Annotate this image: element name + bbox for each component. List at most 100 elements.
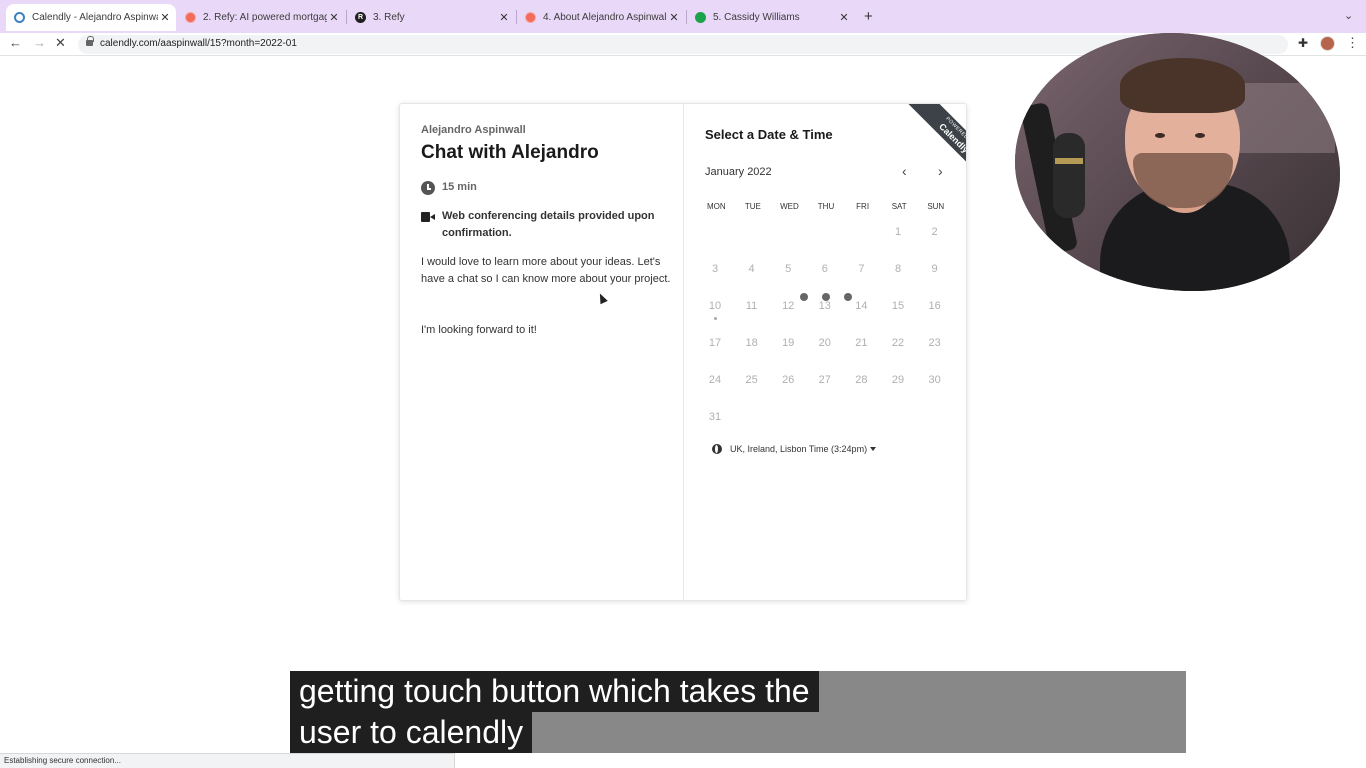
calendar-day[interactable]: 10 xyxy=(700,300,730,312)
close-icon[interactable]: ✕ xyxy=(158,11,172,24)
refy-icon xyxy=(185,12,196,23)
calendar-day[interactable]: 26 xyxy=(773,374,803,386)
tab-refy[interactable]: R 3. Refy ✕ xyxy=(347,4,515,31)
calendly-booking-card: Alejandro Aspinwall Chat with Alejandro … xyxy=(399,103,967,601)
timezone-selector[interactable]: UK, Ireland, Lisbon Time (3:24pm) xyxy=(712,444,877,454)
host-name: Alejandro Aspinwall xyxy=(421,124,526,136)
calendar-day[interactable]: 1 xyxy=(883,226,913,238)
close-icon[interactable]: ✕ xyxy=(667,11,681,24)
conferencing-text: Web conferencing details provided upon c… xyxy=(442,210,655,239)
calendar-day[interactable]: 3 xyxy=(700,263,730,275)
calendar-day[interactable]: 28 xyxy=(846,374,876,386)
calendar-day[interactable]: 23 xyxy=(920,337,950,349)
duration-row: 15 min xyxy=(421,181,477,195)
back-arrow-icon[interactable]: ← xyxy=(9,35,22,50)
calendar-day[interactable]: 11 xyxy=(737,300,767,312)
stop-loading-icon[interactable]: ✕ xyxy=(55,35,66,51)
loading-dot xyxy=(844,293,852,301)
calendly-icon xyxy=(14,12,25,23)
event-details-pane: Alejandro Aspinwall Chat with Alejandro … xyxy=(400,104,684,600)
weekday-header: MON TUE WED THU FRI SAT SUN xyxy=(698,202,954,211)
close-icon[interactable]: ✕ xyxy=(497,11,511,24)
calendar-day[interactable]: 4 xyxy=(737,263,767,275)
calendar-day[interactable]: 6 xyxy=(810,263,840,275)
calendar-day[interactable]: 24 xyxy=(700,374,730,386)
tab-title: 5. Cassidy Williams xyxy=(713,12,800,23)
menu-kebab-icon[interactable]: ⋮ xyxy=(1346,35,1359,51)
calendar-day[interactable]: 29 xyxy=(883,374,913,386)
url-text: calendly.com/aaspinwall/15?month=2022-01 xyxy=(100,38,297,49)
weekday-label: FRI xyxy=(856,202,870,211)
tab-title: 3. Refy xyxy=(373,12,405,23)
calendar-day[interactable]: 18 xyxy=(737,337,767,349)
caret-down-icon xyxy=(870,447,877,451)
tab-calendly[interactable]: Calendly - Alejandro Aspinwall ✕ xyxy=(6,4,176,31)
status-bar: Establishing secure connection... xyxy=(0,753,455,768)
new-tab-button[interactable]: + xyxy=(864,8,873,25)
tab-title: 4. About Alejandro Aspinwall xyxy=(543,12,667,23)
presenter-hair xyxy=(1120,58,1245,113)
spotify-icon xyxy=(695,12,706,23)
next-month-button[interactable]: › xyxy=(938,163,943,179)
subtitle-line-2: user to calendly xyxy=(290,712,533,753)
video-camera-icon xyxy=(421,212,435,222)
microphone-ring xyxy=(1055,158,1083,164)
calendar-day[interactable]: 13 xyxy=(810,300,840,312)
tab-title: Calendly - Alejandro Aspinwall xyxy=(32,12,158,23)
clock-icon xyxy=(421,181,435,195)
calendar-day[interactable]: 8 xyxy=(883,263,913,275)
today-marker xyxy=(714,317,717,320)
screen: Calendly - Alejandro Aspinwall ✕ 2. Refy… xyxy=(0,0,1366,768)
calendar-day[interactable]: 20 xyxy=(810,337,840,349)
loading-dot xyxy=(800,293,808,301)
calendar-day[interactable]: 27 xyxy=(810,374,840,386)
calendar-day[interactable]: 25 xyxy=(737,374,767,386)
presenter-eye xyxy=(1195,133,1205,138)
duration-text: 15 min xyxy=(442,181,477,193)
subtitle-line-1: getting touch button which takes the xyxy=(290,671,819,712)
calendar-day[interactable]: 16 xyxy=(920,300,950,312)
previous-month-button[interactable]: ‹ xyxy=(902,163,907,179)
weekday-label: THU xyxy=(817,202,835,211)
tab-bar: Calendly - Alejandro Aspinwall ✕ 2. Refy… xyxy=(0,0,1366,33)
calendar-day[interactable]: 30 xyxy=(920,374,950,386)
event-description: I would love to learn more about your id… xyxy=(421,256,671,285)
tab-cassidy-williams[interactable]: 5. Cassidy Williams ✕ xyxy=(687,4,855,31)
calendar-day[interactable]: 21 xyxy=(846,337,876,349)
presenter-eye xyxy=(1155,133,1165,138)
tab-about-alejandro[interactable]: 4. About Alejandro Aspinwall ✕ xyxy=(517,4,685,31)
calendar-day[interactable]: 17 xyxy=(700,337,730,349)
microphone xyxy=(1053,133,1085,218)
calendar-day[interactable]: 7 xyxy=(846,263,876,275)
calendar-day[interactable]: 5 xyxy=(773,263,803,275)
weekday-label: SAT xyxy=(891,202,907,211)
lock-icon xyxy=(86,36,94,46)
tab-refy-mortgage[interactable]: 2. Refy: AI powered mortgage ✕ xyxy=(177,4,345,31)
close-icon[interactable]: ✕ xyxy=(327,11,341,24)
refy-icon xyxy=(525,12,536,23)
tab-search-icon[interactable]: ⌄ xyxy=(1344,9,1353,22)
r-icon: R xyxy=(355,12,366,23)
calendar-day[interactable]: 12 xyxy=(773,300,803,312)
loading-dot xyxy=(822,293,830,301)
event-closing: I'm looking forward to it! xyxy=(421,324,537,336)
calendar-day[interactable]: 2 xyxy=(920,226,950,238)
calendar-day[interactable]: 31 xyxy=(700,411,730,423)
event-title: Chat with Alejandro xyxy=(421,142,599,163)
tab-title: 2. Refy: AI powered mortgage xyxy=(203,12,327,23)
calendar-day[interactable]: 9 xyxy=(920,263,950,275)
timezone-text: UK, Ireland, Lisbon Time (3:24pm) xyxy=(730,444,868,454)
webcam-overlay xyxy=(1015,33,1340,291)
date-picker-pane: Select a Date & Time January 2022 ‹ › MO… xyxy=(684,104,966,600)
weekday-label: TUE xyxy=(744,202,761,211)
globe-icon xyxy=(712,444,722,454)
conferencing-row: Web conferencing details provided upon c… xyxy=(421,210,662,242)
calendar-day[interactable]: 22 xyxy=(883,337,913,349)
calendar-day[interactable]: 15 xyxy=(883,300,913,312)
weekday-label: WED xyxy=(780,202,799,211)
forward-arrow-icon[interactable]: → xyxy=(33,35,46,50)
calendar-day[interactable]: 19 xyxy=(773,337,803,349)
calendar-day[interactable]: 14 xyxy=(846,300,876,312)
close-icon[interactable]: ✕ xyxy=(837,11,851,24)
loading-indicator xyxy=(800,293,866,301)
